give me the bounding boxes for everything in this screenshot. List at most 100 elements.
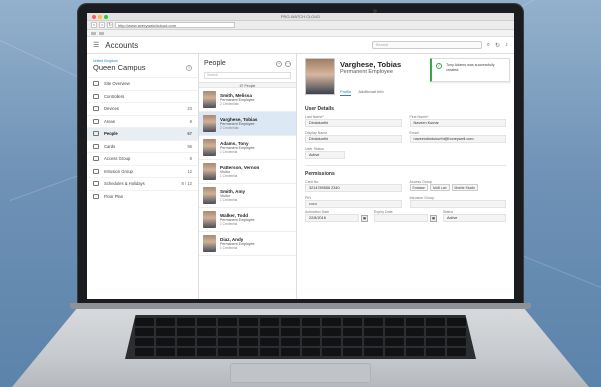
activation-date-field[interactable]: 22/8/2016 [305,214,359,222]
keyboard-key [197,348,217,356]
expiry-date-field[interactable] [374,214,428,222]
list-item[interactable]: Smith, Melissa Permanent Employee 2 Creden… [199,88,296,112]
keyboard-key [218,318,238,326]
floorplan-icon [93,193,99,199]
keyboard [125,315,476,359]
keyboard-key [343,318,362,326]
forward-button[interactable]: > [99,22,105,28]
keyboard-key [259,318,279,326]
person-name: Varghese, Tobias [340,60,402,69]
info-icon[interactable]: i [186,64,192,71]
keyboard-key [322,338,342,346]
last-name-field[interactable]: Dindukurthi [305,119,402,127]
refresh-icon[interactable]: ↻ [495,42,500,49]
sidebar-item-people[interactable]: People 67 [87,127,198,140]
keyboard-key [301,338,321,346]
keyboard-key [301,318,321,326]
keyboard-key [239,348,258,356]
tab-additional-info[interactable]: Additional Info [358,89,383,96]
keyboard-key [322,318,342,326]
access-group-field[interactable]: Embase MoB Lab Mobile Studio [409,184,507,191]
sidebar-item-areas[interactable]: Areas 9 [87,114,198,128]
address-bar: < > ↻ http://www.averywatchcloud.com [87,21,514,30]
sidebar-item-controllers[interactable]: Controllers [87,89,198,103]
keyboard-key [384,338,404,346]
status-select[interactable]: Active [443,214,506,222]
tab-profile[interactable]: Profile [340,89,352,96]
sidebar-item-cards[interactable]: Cards 96 [87,139,198,153]
trackpad [230,363,371,383]
keyboard-key [176,328,196,336]
keyboard-key [384,348,404,356]
url-field[interactable]: http://www.averywatchcloud.com [115,22,235,28]
list-item[interactable]: Diaz, Andy Permanent Employee 1 Credential [199,232,296,256]
calendar-icon[interactable]: ▦ [430,214,437,222]
avatar [203,211,216,228]
keyboard-key [218,338,238,346]
window-title: PRO-WATCH CLOUD [280,14,321,19]
permissions-heading: Permissions [305,171,335,177]
reload-button[interactable]: ↻ [107,22,113,28]
keyboard-key [447,328,466,336]
app-header: ☰ Accounts Search ⌕ ↻ ♪ [87,37,514,54]
search-input[interactable]: Search [371,41,482,49]
user-status-select[interactable]: Active [305,151,345,159]
people-search-input[interactable]: Search [204,72,291,79]
list-item[interactable]: Walker, Todd Permanent Employee 1 Credenti… [199,208,296,232]
calendar-icon[interactable]: ▦ [361,214,368,222]
first-name-field[interactable]: Naveen Kumar [409,119,506,127]
email-field[interactable]: naveendindukurthi@honeywell.com [409,135,506,143]
keyboard-key [135,318,154,326]
bookmark-icon[interactable] [91,31,96,35]
shield-icon [93,168,99,174]
success-toast: ✓ Tony Adams was successfully created. [430,58,510,82]
keyboard-key [301,348,321,356]
keyboard-key [405,318,425,326]
site-name: Queen Campus [93,63,146,72]
back-button[interactable]: < [91,22,97,28]
access-group-chip[interactable]: Mobile Studio [451,184,479,191]
sidebar-item-schedules[interactable]: Schedules & Holidays 8 / 12 [87,177,198,190]
intrusion-group-field[interactable] [409,200,506,208]
list-item[interactable]: Adams, Tony Permanent Employee 1 Credentia… [199,136,296,160]
display-name-field[interactable]: Dindukurthi [305,135,402,143]
sidebar-item-intrusion-group[interactable]: Intrusion Group 12 [87,164,198,178]
sidebar-item-devices[interactable]: Devices 23 [87,102,198,115]
keyboard-key [259,338,279,346]
search-icon[interactable]: ⌕ [487,42,490,49]
access-group-icon [93,156,99,162]
laptop-hinge [70,303,531,309]
keyboard-key [176,338,196,346]
sidebar-item-site-overview[interactable]: Site Overview [87,77,198,90]
user-details-heading: User Details [305,106,334,112]
keyboard-key [363,338,383,346]
keyboard-key [259,328,279,336]
more-options-button[interactable]: ⋯ [285,60,291,67]
sidebar: United Kingdom Queen Campus i Site Overv… [87,54,199,299]
sidebar-item-floor-plan[interactable]: Floor Plan [87,189,198,203]
card-number-field[interactable]: 3214789556 2340 [305,184,402,192]
sidebar-item-access-group[interactable]: Access Group 8 [87,152,198,165]
profile-photo[interactable] [305,58,335,95]
list-item[interactable]: Smith, Amy Visitor 1 Credential [199,184,296,208]
keyboard-key [239,328,258,336]
keyboard-key [426,318,446,326]
add-person-button[interactable]: + [276,60,282,67]
bell-icon[interactable]: ♪ [505,42,508,48]
keyboard-key [426,328,446,336]
bookmark-icon[interactable] [99,31,104,35]
calendar-icon [93,181,99,187]
keyboard-key [301,328,321,336]
access-group-chip[interactable]: MoB Lab [429,184,450,191]
keyboard-key [426,338,446,346]
keyboard-key [322,328,342,336]
grid-icon [93,81,99,87]
access-group-chip[interactable]: Embase [409,184,428,191]
hamburger-icon[interactable]: ☰ [93,41,99,49]
area-icon [93,118,99,124]
pin-field[interactable]: •••••• [305,200,402,208]
list-item[interactable]: Patterson, Vernon Visitor 1 Credential [199,160,296,184]
keyboard-key [343,348,362,356]
keyboard-key [135,328,154,336]
list-item[interactable]: Varghese, Tobias Permanent Employee 2 Cred… [199,112,296,136]
